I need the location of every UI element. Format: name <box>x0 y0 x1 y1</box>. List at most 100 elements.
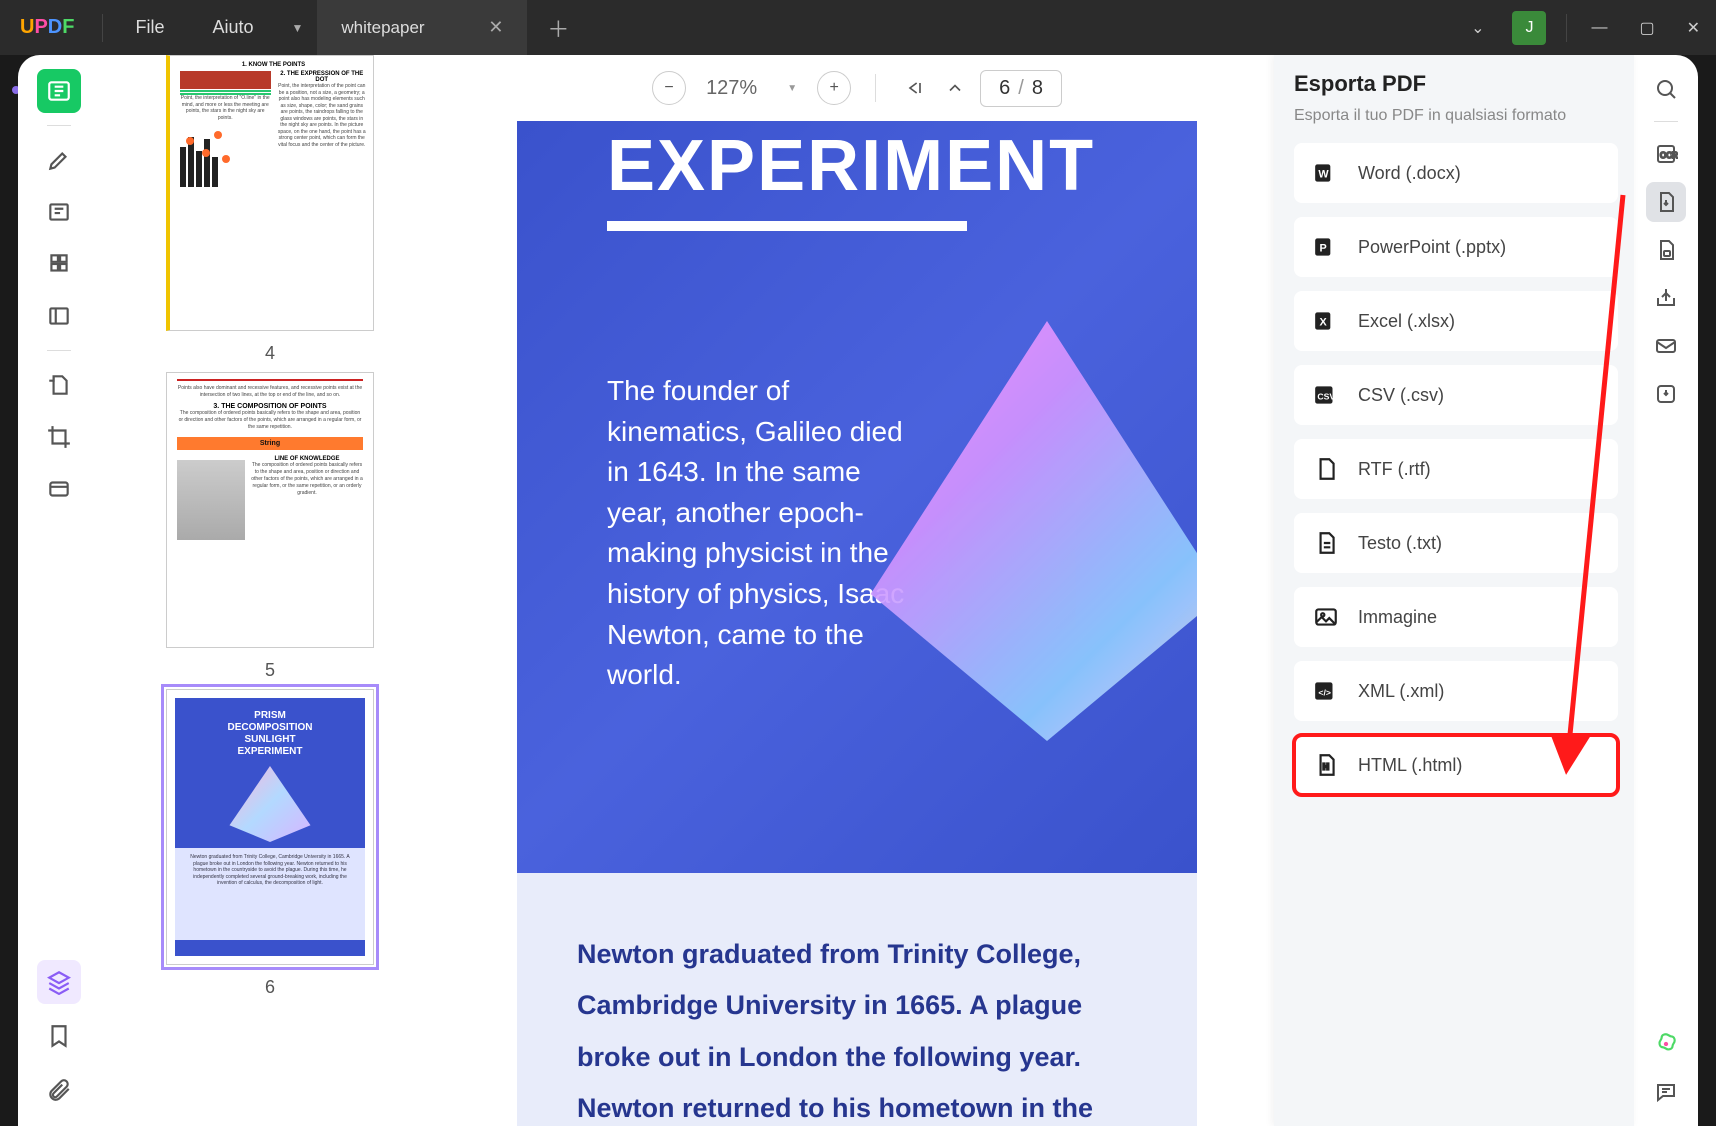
title-bar: UPDF File Aiuto ▼ whitepaper ✕ ＋ ⌄ J — ▢… <box>0 0 1716 55</box>
app-logo: UPDF <box>0 16 94 39</box>
export-label: CSV (.csv) <box>1358 385 1444 406</box>
thumbnail-page-4[interactable]: 1. KNOW THE POINTS Point, the interpreta… <box>166 55 374 331</box>
export-label: Excel (.xlsx) <box>1358 311 1455 332</box>
page-tool-button[interactable] <box>37 242 81 286</box>
page-sep: / <box>1018 77 1024 100</box>
svg-text:P: P <box>1320 242 1327 254</box>
page-body-text: Newton graduated from Trinity College, C… <box>577 929 1137 1126</box>
highlight-tool-button[interactable] <box>37 138 81 182</box>
export-rtf-button[interactable]: RTF (.rtf) <box>1294 439 1618 499</box>
svg-text:W: W <box>1318 168 1329 180</box>
bookmark-button[interactable] <box>37 1014 81 1058</box>
tab-history-dropdown[interactable]: ▼ <box>278 21 318 35</box>
word-icon: W <box>1312 159 1340 187</box>
panel-subtitle: Esporta il tuo PDF in qualsiasi formato <box>1294 107 1618 125</box>
export-powerpoint-button[interactable]: P PowerPoint (.pptx) <box>1294 217 1618 277</box>
menu-help[interactable]: Aiuto <box>188 17 277 38</box>
xml-icon: </> <box>1312 677 1340 705</box>
protect-button[interactable] <box>1646 230 1686 270</box>
zoom-in-button[interactable]: + <box>817 71 851 105</box>
ai-assistant-button[interactable] <box>1646 1024 1686 1064</box>
svg-text:H: H <box>1323 761 1329 771</box>
close-window-button[interactable]: ✕ <box>1671 18 1716 38</box>
save-button[interactable] <box>1646 374 1686 414</box>
svg-text:X: X <box>1320 316 1328 328</box>
excel-icon: X <box>1312 307 1340 335</box>
page-indicator[interactable]: 6 / 8 <box>980 70 1062 107</box>
export-label: PowerPoint (.pptx) <box>1358 237 1506 258</box>
viewer-toolbar: − 127% ▼ + 6 / 8 <box>440 55 1274 121</box>
export-label: Testo (.txt) <box>1358 533 1442 554</box>
export-panel: Esporta PDF Esporta il tuo PDF in qualsi… <box>1274 55 1634 1126</box>
page-heading: EXPERIMENT <box>607 121 1107 207</box>
svg-text:OCR: OCR <box>1660 151 1678 160</box>
image-icon <box>1312 603 1340 631</box>
rail-divider <box>47 125 71 126</box>
powerpoint-icon: P <box>1312 233 1340 261</box>
rtf-icon <box>1312 455 1340 483</box>
separator <box>102 14 103 42</box>
reader-mode-button[interactable] <box>37 69 81 113</box>
export-csv-button[interactable]: CSV CSV (.csv) <box>1294 365 1618 425</box>
add-tab-button[interactable]: ＋ <box>527 12 589 44</box>
first-page-button[interactable] <box>900 73 930 103</box>
thumbnail-panel: 1. KNOW THE POINTS Point, the interpreta… <box>100 55 440 1126</box>
export-text-button[interactable]: Testo (.txt) <box>1294 513 1618 573</box>
total-pages: 8 <box>1032 77 1043 100</box>
user-avatar[interactable]: J <box>1512 11 1546 45</box>
export-label: XML (.xml) <box>1358 681 1444 702</box>
thumbnail-page-6[interactable]: PRISMDECOMPOSITIONSUNLIGHTEXPERIMENT New… <box>166 689 374 965</box>
left-tool-rail <box>18 55 100 1126</box>
edit-text-tool-button[interactable] <box>37 190 81 234</box>
svg-text:CSV: CSV <box>1317 391 1335 401</box>
organize-pages-button[interactable] <box>37 363 81 407</box>
toolbar-separator <box>875 74 876 102</box>
comments-button[interactable] <box>1646 1072 1686 1112</box>
export-word-button[interactable]: W Word (.docx) <box>1294 143 1618 203</box>
prism-illustration <box>837 321 1197 741</box>
separator <box>1566 14 1567 42</box>
rail-divider <box>47 350 71 351</box>
maximize-button[interactable]: ▢ <box>1623 18 1670 38</box>
main-workspace: 1. KNOW THE POINTS Point, the interpreta… <box>18 55 1698 1126</box>
export-label: Word (.docx) <box>1358 163 1461 184</box>
zoom-value: 127% <box>696 77 767 100</box>
ocr-button[interactable]: OCR <box>1646 134 1686 174</box>
csv-icon: CSV <box>1312 381 1340 409</box>
export-xml-button[interactable]: </> XML (.xml) <box>1294 661 1618 721</box>
export-label: RTF (.rtf) <box>1358 459 1431 480</box>
export-label: Immagine <box>1358 607 1437 628</box>
document-tab[interactable]: whitepaper ✕ <box>317 0 527 55</box>
attachment-button[interactable] <box>37 1068 81 1112</box>
layers-button[interactable] <box>37 960 81 1004</box>
export-label: HTML (.html) <box>1358 755 1462 776</box>
thumbnail-page-5[interactable]: Points also have dominant and recessive … <box>166 372 374 648</box>
thumbnail-number: 4 <box>140 343 400 364</box>
prev-page-button[interactable] <box>940 73 970 103</box>
crop-tool-button[interactable] <box>37 415 81 459</box>
thumbnail-number: 5 <box>140 660 400 681</box>
pdf-page: EXPERIMENT The founder of kinematics, Ga… <box>517 121 1197 1126</box>
page-scroll-area[interactable]: EXPERIMENT The founder of kinematics, Ga… <box>440 121 1274 1126</box>
zoom-dropdown-icon[interactable]: ▼ <box>777 83 807 94</box>
thumbnail-number: 6 <box>140 977 400 998</box>
svg-text:</>: </> <box>1318 687 1331 697</box>
email-button[interactable] <box>1646 326 1686 366</box>
minimize-button[interactable]: — <box>1575 19 1623 37</box>
tab-title: whitepaper <box>341 18 424 38</box>
form-tool-button[interactable] <box>37 294 81 338</box>
export-pdf-button[interactable] <box>1646 182 1686 222</box>
chevron-down-icon[interactable]: ⌄ <box>1455 18 1500 38</box>
share-button[interactable] <box>1646 278 1686 318</box>
search-button[interactable] <box>1646 69 1686 109</box>
zoom-out-button[interactable]: − <box>652 71 686 105</box>
page-viewer: − 127% ▼ + 6 / 8 EXPERIMENT The fo <box>440 55 1274 1126</box>
current-page: 6 <box>999 77 1010 100</box>
export-html-button[interactable]: H HTML (.html) <box>1294 735 1618 795</box>
close-tab-icon[interactable]: ✕ <box>488 17 503 38</box>
menu-file[interactable]: File <box>111 17 188 38</box>
export-excel-button[interactable]: X Excel (.xlsx) <box>1294 291 1618 351</box>
redact-tool-button[interactable] <box>37 467 81 511</box>
panel-title: Esporta PDF <box>1294 71 1618 97</box>
export-image-button[interactable]: Immagine <box>1294 587 1618 647</box>
